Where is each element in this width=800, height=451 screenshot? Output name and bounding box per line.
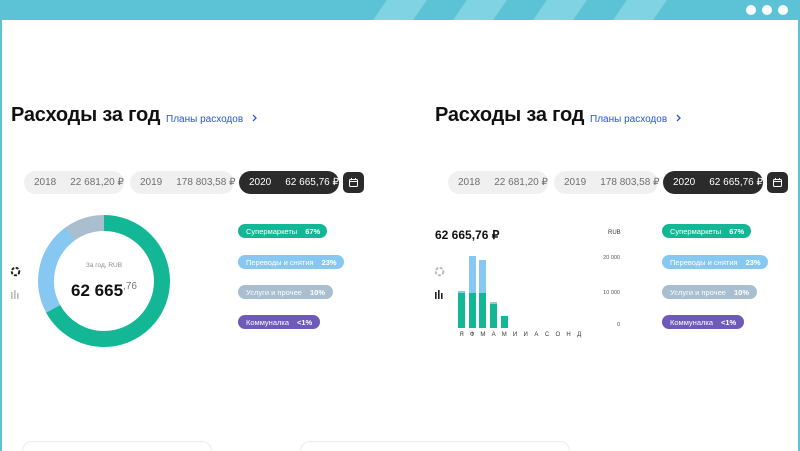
window-dot-icon[interactable] bbox=[778, 5, 788, 15]
window-dot-icon[interactable] bbox=[746, 5, 756, 15]
chevron-right-icon bbox=[676, 114, 682, 125]
x-tick-label: Н bbox=[566, 332, 571, 338]
bar-segment[interactable] bbox=[490, 303, 498, 328]
legend-chip-services[interactable]: Услуги и прочее 10% bbox=[662, 285, 757, 299]
window-dot-icon[interactable] bbox=[762, 5, 772, 15]
year-amount: 178 803,58 ₽ bbox=[600, 177, 660, 188]
donut-value-kop: ,76 bbox=[123, 280, 137, 292]
x-tick-label: Я bbox=[459, 332, 464, 338]
bar-segment[interactable] bbox=[468, 293, 476, 328]
plans-link[interactable]: Планы расходов bbox=[590, 114, 682, 125]
x-tick-label: И bbox=[523, 332, 528, 338]
year-pill-2018[interactable]: 2018 22 681,20 ₽ bbox=[24, 171, 124, 194]
bar-view-icon[interactable] bbox=[434, 287, 446, 299]
legend-pct: 67% bbox=[729, 226, 745, 236]
y-axis-label: RUB bbox=[608, 230, 621, 236]
year-amount: 62 665,76 ₽ bbox=[709, 177, 763, 188]
plans-link-label: Планы расходов bbox=[590, 114, 668, 125]
year-amount: 62 665,76 ₽ bbox=[285, 177, 339, 188]
bar-segment[interactable] bbox=[479, 293, 487, 328]
legend-chip-utilities[interactable]: Коммуналка <1% bbox=[662, 315, 744, 329]
x-tick-label: И bbox=[512, 332, 518, 338]
year-label: 2018 bbox=[458, 177, 481, 188]
legend-pct: 10% bbox=[309, 287, 325, 297]
x-tick-label: О bbox=[555, 332, 561, 338]
donut-caption: За год, RUB bbox=[85, 261, 123, 269]
year-pill-2018[interactable]: 2018 22 681,20 ₽ bbox=[448, 171, 548, 194]
x-tick-label: А bbox=[534, 332, 539, 338]
x-tick-label: С bbox=[544, 332, 550, 338]
year-pill-2019[interactable]: 2019 178 803,58 ₽ bbox=[130, 171, 236, 194]
calendar-button[interactable] bbox=[767, 172, 788, 193]
year-amount: 22 681,20 ₽ bbox=[494, 177, 548, 188]
page-title: Расходы за год bbox=[11, 104, 161, 126]
bar-view-icon[interactable] bbox=[10, 287, 22, 299]
donut-value-main: 62 665 bbox=[71, 280, 124, 300]
legend-label: Услуги и прочее bbox=[246, 287, 302, 297]
y-tick-label: 0 bbox=[616, 322, 620, 328]
legend-chip-supermarkets[interactable]: Супермаркеты 67% bbox=[238, 224, 327, 238]
donut-chart: За год, RUB 62 665,76 bbox=[37, 214, 171, 348]
bottom-card bbox=[300, 441, 570, 451]
legend-label: Переводы и снятия bbox=[670, 257, 738, 267]
legend-pct: 67% bbox=[305, 226, 321, 236]
legend-label: Супермаркеты bbox=[246, 226, 298, 236]
legend-pct: 23% bbox=[745, 257, 761, 267]
legend-chip-services[interactable]: Услуги и прочее 10% bbox=[238, 285, 333, 299]
bar-segment[interactable] bbox=[468, 256, 476, 293]
donut-view-icon[interactable] bbox=[434, 264, 446, 277]
year-pill-2019[interactable]: 2019 178 803,58 ₽ bbox=[554, 171, 660, 194]
x-tick-label: М bbox=[480, 332, 486, 338]
legend-chip-supermarkets[interactable]: Супермаркеты 67% bbox=[662, 224, 751, 238]
frame-border-left bbox=[0, 20, 2, 451]
calendar-icon bbox=[773, 178, 782, 187]
legend-chip-utilities[interactable]: Коммуналка <1% bbox=[238, 315, 320, 329]
legend-chip-transfers[interactable]: Переводы и снятия 23% bbox=[662, 255, 768, 269]
year-amount: 178 803,58 ₽ bbox=[176, 177, 236, 188]
bar-segment[interactable] bbox=[458, 293, 465, 328]
bar-segment[interactable] bbox=[458, 291, 465, 293]
window-controls bbox=[746, 5, 788, 15]
calendar-icon bbox=[349, 178, 358, 187]
donut-view-icon[interactable] bbox=[10, 264, 22, 277]
y-tick-label: 20 000 bbox=[603, 255, 620, 261]
year-pill-2020[interactable]: 2020 62 665,76 ₽ bbox=[663, 171, 763, 194]
year-amount: 22 681,20 ₽ bbox=[70, 177, 124, 188]
bar-segment[interactable] bbox=[479, 259, 487, 293]
bar-segment[interactable] bbox=[500, 315, 508, 328]
x-tick-label: М bbox=[501, 332, 507, 338]
plans-link[interactable]: Планы расходов bbox=[166, 114, 258, 125]
x-tick-label: Ф bbox=[469, 332, 475, 338]
plans-link-label: Планы расходов bbox=[166, 114, 244, 125]
legend-label: Коммуналка bbox=[246, 317, 289, 327]
bar-segment[interactable] bbox=[490, 301, 498, 304]
year-pill-2020[interactable]: 2020 62 665,76 ₽ bbox=[239, 171, 339, 194]
x-tick-label: А bbox=[491, 332, 496, 338]
year-label: 2019 bbox=[564, 177, 587, 188]
legend-chip-transfers[interactable]: Переводы и снятия 23% bbox=[238, 255, 344, 269]
page-title: Расходы за год bbox=[435, 104, 585, 126]
year-label: 2020 bbox=[673, 177, 696, 188]
legend-pct: 23% bbox=[321, 257, 337, 267]
window-top-bar bbox=[0, 0, 800, 20]
year-label: 2018 bbox=[34, 177, 57, 188]
x-tick-label: Д bbox=[577, 332, 582, 338]
legend-pct: <1% bbox=[721, 317, 737, 327]
legend-pct: <1% bbox=[297, 317, 313, 327]
year-label: 2019 bbox=[140, 177, 163, 188]
year-label: 2020 bbox=[249, 177, 272, 188]
legend-label: Услуги и прочее bbox=[670, 287, 726, 297]
y-tick-label: 10 000 bbox=[603, 290, 620, 296]
bottom-card bbox=[22, 441, 212, 451]
chevron-right-icon bbox=[252, 114, 258, 125]
donut-value: 62 665,76 bbox=[71, 281, 137, 301]
legend-label: Переводы и снятия bbox=[246, 257, 314, 267]
legend-label: Коммуналка bbox=[670, 317, 713, 327]
donut-center: За год, RUB 62 665,76 bbox=[37, 214, 171, 348]
calendar-button[interactable] bbox=[343, 172, 364, 193]
legend-pct: 10% bbox=[733, 287, 749, 297]
legend-label: Супермаркеты bbox=[670, 226, 722, 236]
total-amount: 62 665,76 ₽ bbox=[435, 228, 500, 242]
